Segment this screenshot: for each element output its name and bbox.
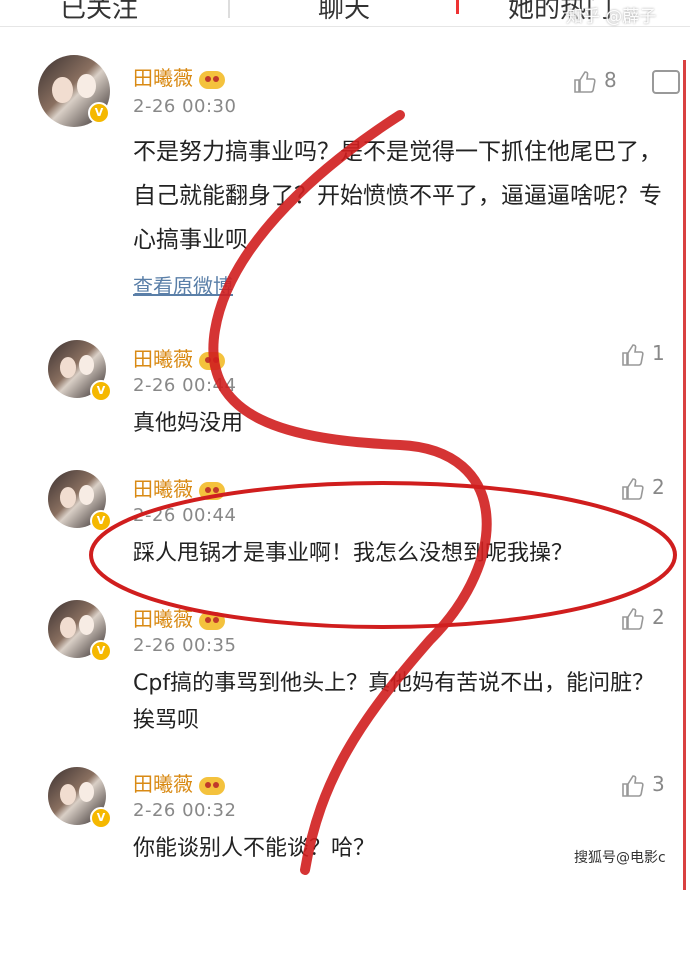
- like-button[interactable]: 2: [620, 605, 665, 631]
- timestamp: 2-26 00:35: [133, 635, 237, 656]
- thumbs-up-icon: [622, 607, 644, 630]
- vip-badge-icon: [199, 776, 225, 795]
- thumbs-up-icon: [622, 343, 644, 366]
- verified-badge-icon: V: [90, 640, 112, 662]
- like-button[interactable]: 8: [572, 68, 617, 94]
- like-count: 3: [652, 772, 665, 796]
- username[interactable]: 田曦薇: [133, 768, 225, 797]
- timestamp: 2-26 00:44: [133, 375, 237, 396]
- vip-badge-icon: [199, 481, 225, 500]
- like-count: 2: [652, 475, 665, 499]
- comment-text: 不是努力搞事业吗？是不是觉得一下抓住他尾巴了，自己就能翻身了？开始愤愤不平了，逼…: [133, 139, 662, 253]
- comment-item: V 田曦薇 2-26 00:30 不是努力搞事业吗？是不是觉得一下抓住他尾巴了，…: [0, 50, 690, 300]
- like-count: 1: [652, 341, 665, 365]
- like-button[interactable]: 3: [620, 772, 665, 798]
- tab-chat[interactable]: 聊天: [318, 0, 370, 25]
- like-count: 8: [604, 68, 617, 92]
- thumbs-up-icon: [574, 70, 596, 93]
- vip-badge-icon: [199, 351, 225, 370]
- sohu-watermark: 搜狐号@电影c: [574, 850, 666, 866]
- thumbs-up-icon: [622, 774, 644, 797]
- comment-item: V 田曦薇 2-26 00:44 踩人甩锅才是事业啊！我怎么没想到呢我操？ 2: [0, 465, 690, 580]
- comment-icon[interactable]: [652, 70, 680, 94]
- bottom-blank-area: [0, 905, 690, 962]
- vip-badge-icon: [199, 611, 225, 630]
- like-button[interactable]: 2: [620, 475, 665, 501]
- username[interactable]: 田曦薇: [133, 62, 225, 91]
- comment-text: Cpf搞的事骂到他头上？真他妈有苦说不出，能问脏？挨骂呗: [133, 671, 655, 733]
- tab-following[interactable]: 已关注: [60, 0, 138, 25]
- view-original-link[interactable]: 查看原微博: [133, 270, 233, 299]
- username[interactable]: 田曦薇: [133, 603, 225, 632]
- tab-divider: [228, 0, 230, 18]
- like-button[interactable]: 1: [620, 341, 665, 367]
- like-count: 2: [652, 605, 665, 629]
- top-tab-bar: 已关注 聊天 她的热门 知乎 @薜子: [0, 0, 690, 27]
- timestamp: 2-26 00:32: [133, 800, 237, 821]
- comment-item: V 田曦薇 2-26 00:44 真他妈没用 1: [0, 335, 690, 445]
- username[interactable]: 田曦薇: [133, 343, 225, 372]
- verified-badge-icon: V: [88, 102, 110, 124]
- timestamp: 2-26 00:44: [133, 505, 237, 526]
- timestamp: 2-26 00:30: [133, 96, 237, 117]
- verified-badge-icon: V: [90, 510, 112, 532]
- thumbs-up-icon: [622, 477, 644, 500]
- comment-text: 真他妈没用: [133, 411, 244, 436]
- username[interactable]: 田曦薇: [133, 473, 225, 502]
- zhihu-watermark: 知乎 @薜子: [566, 7, 657, 27]
- verified-badge-icon: V: [90, 807, 112, 829]
- vip-badge-icon: [199, 70, 225, 89]
- comment-text: 踩人甩锅才是事业啊！我怎么没想到呢我操？: [133, 541, 574, 566]
- verified-badge-icon: V: [90, 380, 112, 402]
- comment-item: V 田曦薇 2-26 00:35 Cpf搞的事骂到他头上？真他妈有苦说不出，能问…: [0, 595, 690, 755]
- notification-dot: [456, 0, 459, 14]
